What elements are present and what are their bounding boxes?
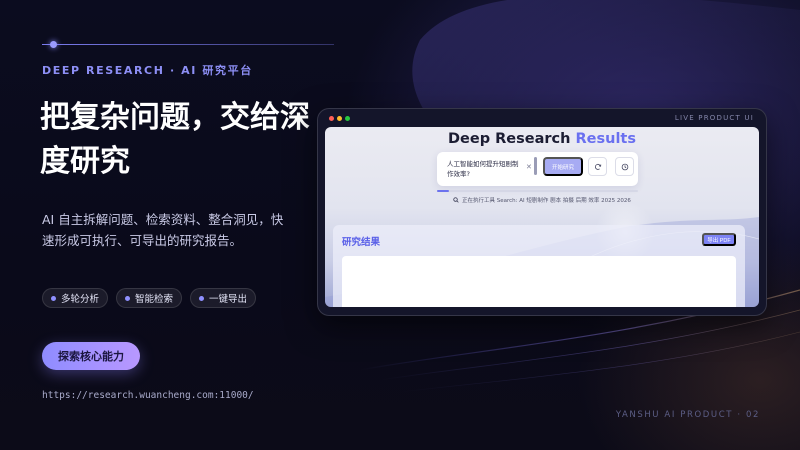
app-screen: Deep Research Results 人工智能如何提升短剧制作效率? ✕ … bbox=[325, 127, 759, 307]
results-panel: 研究结果 导出 PDF bbox=[333, 225, 745, 307]
app-title-main: Deep Research bbox=[447, 131, 571, 147]
footer-label: YANSHU AI PRODUCT · 02 bbox=[615, 410, 760, 420]
minimize-window-dot-icon[interactable] bbox=[337, 116, 342, 121]
research-progress-bar bbox=[437, 190, 638, 192]
search-icon bbox=[453, 197, 459, 203]
export-pdf-button[interactable]: 导出 PDF bbox=[702, 233, 736, 246]
app-title: Deep Research Results bbox=[325, 131, 759, 147]
eyebrow-label: DEEP RESEARCH · AI 研究平台 bbox=[42, 64, 253, 77]
dot-icon bbox=[199, 295, 205, 301]
chip-label: 智能检索 bbox=[135, 294, 174, 305]
page-headline: 把复杂问题，交给深度研究 bbox=[40, 100, 310, 179]
results-title: 研究结果 bbox=[342, 237, 381, 248]
research-progress-fill bbox=[437, 190, 450, 192]
chip-multi-round-analysis: 多轮分析 bbox=[42, 288, 109, 308]
window-tag: LIVE PRODUCT UI bbox=[674, 114, 754, 122]
chip-label: 多轮分析 bbox=[61, 294, 100, 305]
close-window-dot-icon[interactable] bbox=[329, 116, 334, 121]
site-url-link[interactable]: https://research.wuancheng.com:11000/ bbox=[42, 390, 254, 401]
research-query-box: 人工智能如何提升短剧制作效率? ✕ 开始研究 bbox=[437, 152, 638, 186]
chip-one-click-export: 一键导出 bbox=[190, 288, 257, 308]
refresh-button[interactable] bbox=[588, 157, 607, 176]
maximize-window-dot-icon[interactable] bbox=[345, 116, 350, 121]
chip-label: 一键导出 bbox=[209, 294, 248, 305]
history-button[interactable] bbox=[615, 157, 634, 176]
close-icon[interactable]: ✕ bbox=[526, 163, 532, 171]
refresh-icon bbox=[594, 163, 601, 170]
product-window: LIVE PRODUCT UI Deep Research Results 人工… bbox=[317, 108, 767, 316]
clock-icon bbox=[621, 163, 628, 170]
start-research-button[interactable]: 开始研究 bbox=[543, 157, 583, 176]
explore-capabilities-button[interactable]: 探索核心能力 bbox=[42, 342, 140, 370]
accent-line bbox=[42, 41, 334, 48]
query-input[interactable]: 人工智能如何提升短剧制作效率? bbox=[447, 159, 523, 179]
app-title-accent: Results bbox=[575, 131, 637, 147]
window-titlebar: LIVE PRODUCT UI bbox=[318, 109, 766, 127]
text-cursor bbox=[534, 157, 537, 175]
dot-icon bbox=[51, 295, 56, 301]
status-text: 正在执行工具 Search: AI 短剧制作 剧本 拍摄 后期 效率 2025 … bbox=[462, 198, 631, 204]
hero-description: AI 自主拆解问题、检索资料、整合洞见，快速形成可执行、可导出的研究报告。 bbox=[42, 212, 284, 248]
chip-smart-search: 智能检索 bbox=[116, 288, 183, 308]
results-content bbox=[342, 256, 736, 307]
dot-icon bbox=[125, 295, 131, 301]
status-line: 正在执行工具 Search: AI 短剧制作 剧本 拍摄 后期 效率 2025 … bbox=[453, 196, 631, 204]
feature-chips: 多轮分析 智能检索 一键导出 bbox=[42, 288, 257, 308]
